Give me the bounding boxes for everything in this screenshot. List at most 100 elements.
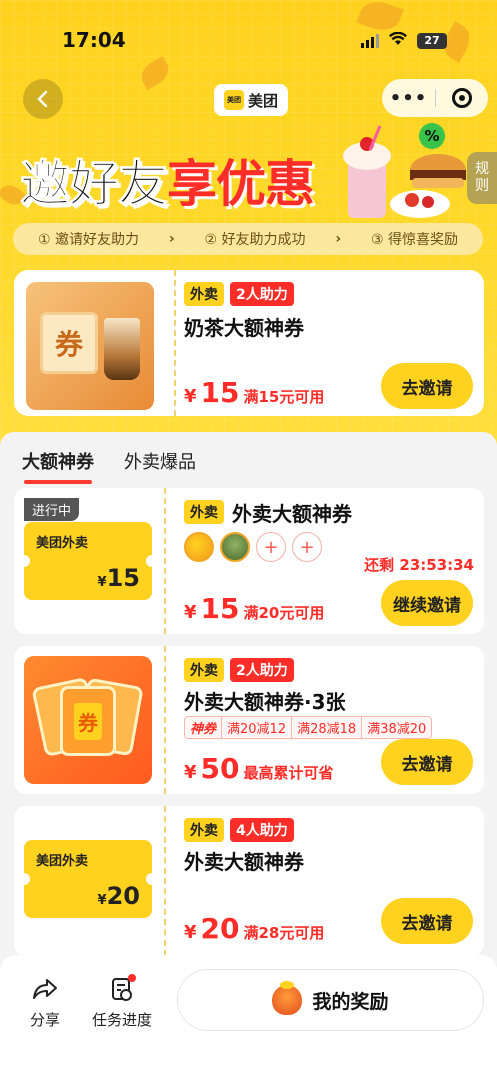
share-icon bbox=[31, 975, 59, 1003]
battery-icon: 27 bbox=[417, 32, 447, 49]
coupon-name: 外卖大额神券 bbox=[232, 502, 352, 526]
coupon-ticket-icon: 券 bbox=[60, 686, 116, 756]
invite-button[interactable]: 去邀请 bbox=[381, 898, 473, 944]
share-label: 分享 bbox=[30, 1011, 61, 1029]
countdown-timer: 还剩 23:53:34 bbox=[364, 556, 474, 574]
ticket-image: 美团外卖 ¥20 bbox=[18, 840, 158, 918]
currency-symbol: ¥ bbox=[184, 762, 197, 783]
help-count-tag: 4人助力 bbox=[230, 818, 294, 842]
bottom-action-bar: 分享 任务进度 我的奖励 bbox=[0, 955, 497, 1080]
price-value: 20 bbox=[200, 912, 240, 945]
price-value: 50 bbox=[200, 752, 240, 785]
share-button[interactable]: 分享 bbox=[30, 975, 60, 1030]
coupon-card: 券 外卖 2人助力 外卖大额神券·3张 神券 满20减12 满28减18 满38… bbox=[14, 646, 484, 794]
price-condition: 满20元可用 bbox=[243, 604, 325, 622]
step-2: ② 好友助力成功 bbox=[204, 232, 306, 248]
card-divider bbox=[174, 270, 176, 416]
brand-name: 美团 bbox=[248, 91, 279, 110]
currency-symbol: ¥ bbox=[184, 386, 197, 407]
steps-bar: ① 邀请好友助力 › ② 好友助力成功 › ③ 得惊喜奖励 bbox=[13, 223, 483, 255]
my-rewards-button[interactable]: 我的奖励 bbox=[177, 969, 484, 1031]
more-menu-button[interactable]: ••• bbox=[382, 88, 435, 109]
hero-title-part1: 邀好友 bbox=[20, 155, 169, 214]
food-illustration: % bbox=[343, 123, 466, 218]
money-bag-icon bbox=[272, 981, 303, 1015]
svg-text:%: % bbox=[424, 127, 439, 145]
avatar bbox=[220, 532, 250, 562]
price-condition: 满15元可用 bbox=[243, 388, 325, 406]
coupon-price: ¥ 50 最高累计可省 bbox=[184, 752, 334, 785]
rules-label-2: 则 bbox=[475, 178, 489, 194]
signal-icon bbox=[361, 33, 379, 48]
brand-badge: 美团 美团 bbox=[214, 84, 289, 116]
step-3: ③ 得惊喜奖励 bbox=[371, 232, 459, 248]
invite-button[interactable]: 去邀请 bbox=[381, 739, 473, 785]
meituan-logo-icon: 美团 bbox=[224, 90, 244, 110]
ticket-currency: ¥ bbox=[97, 575, 107, 590]
avatar bbox=[184, 532, 214, 562]
category-tag: 外卖 bbox=[184, 818, 224, 842]
chevron-right-icon: › bbox=[168, 231, 175, 247]
my-rewards-label: 我的奖励 bbox=[312, 990, 389, 1013]
notification-dot bbox=[128, 974, 136, 982]
discount-tiers: 神券 满20减12 满28减18 满38减20 bbox=[184, 716, 433, 739]
hero-title: 邀好友享优惠 bbox=[20, 144, 316, 216]
ticket-amount-value: 20 bbox=[106, 882, 140, 910]
coupon-card: 美团外卖 ¥20 外卖 4人助力 外卖大额神券 ¥ 20 满28元可用 去邀请 bbox=[14, 806, 484, 956]
ticket-amount-value: 15 bbox=[106, 564, 140, 592]
ticket-label: 美团外卖 bbox=[36, 854, 89, 869]
card-divider bbox=[164, 488, 166, 634]
card-divider bbox=[164, 646, 166, 794]
price-value: 15 bbox=[200, 376, 240, 409]
coupon-ticket-icon: 券 bbox=[40, 312, 98, 374]
step-1: ① 邀请好友助力 bbox=[37, 232, 139, 248]
add-helper-icon[interactable]: + bbox=[292, 532, 322, 562]
milk-tea-coupon-image: 券 bbox=[26, 282, 154, 410]
rules-label-1: 规 bbox=[475, 161, 489, 178]
helper-avatars: + + bbox=[184, 532, 322, 562]
coupon-price: ¥ 15 满15元可用 bbox=[184, 376, 324, 409]
category-tag: 外卖 bbox=[184, 658, 224, 682]
help-count-tag: 2人助力 bbox=[230, 658, 294, 682]
continue-invite-button[interactable]: 继续邀请 bbox=[381, 580, 473, 626]
coupon-ticket-text: 券 bbox=[74, 702, 102, 740]
tab-hot-items[interactable]: 外卖爆品 bbox=[124, 448, 196, 484]
back-button[interactable] bbox=[23, 79, 63, 119]
miniapp-capsule: ••• bbox=[382, 79, 488, 117]
task-progress-label: 任务进度 bbox=[92, 1011, 153, 1029]
add-helper-icon[interactable]: + bbox=[256, 532, 286, 562]
price-condition: 满28元可用 bbox=[243, 924, 325, 942]
category-tabs: 大额神券 外卖爆品 bbox=[22, 448, 196, 484]
coupon-bundle-image: 券 bbox=[24, 656, 152, 784]
category-tag: 外卖 bbox=[184, 282, 224, 306]
featured-coupon-card: 券 外卖 2人助力 奶茶大额神券 ¥ 15 满15元可用 去邀请 bbox=[14, 270, 484, 416]
coupon-card: 美团外卖 ¥15 进行中 外卖 外卖大额神券 + + 还剩 23:53:34 ¥… bbox=[14, 488, 484, 634]
help-count-tag: 2人助力 bbox=[230, 282, 294, 306]
chevron-left-icon bbox=[37, 90, 48, 108]
target-icon bbox=[452, 88, 472, 108]
coupon-price: ¥ 15 满20元可用 bbox=[184, 592, 324, 625]
rules-button[interactable]: 规 则 bbox=[467, 152, 497, 204]
task-list-icon bbox=[108, 974, 136, 1003]
maple-leaf-decoration bbox=[136, 55, 174, 91]
discount-tier: 满38减20 bbox=[367, 722, 427, 737]
currency-symbol: ¥ bbox=[184, 922, 197, 943]
coupon-name: 外卖大额神券 bbox=[184, 850, 304, 874]
tab-big-coupons[interactable]: 大额神券 bbox=[22, 448, 94, 484]
ticket-currency: ¥ bbox=[97, 893, 107, 908]
coupon-name: 外卖大额神券·3张 bbox=[184, 690, 346, 714]
ticket-label: 美团外卖 bbox=[36, 536, 89, 551]
status-time: 17:04 bbox=[62, 28, 126, 52]
status-badge: 进行中 bbox=[24, 498, 80, 521]
hero-title-part2: 享优惠 bbox=[167, 155, 315, 213]
task-progress-button[interactable]: 任务进度 bbox=[92, 974, 153, 1030]
discount-tier-label: 神券 bbox=[185, 717, 223, 738]
ticket-amount: ¥20 bbox=[98, 882, 140, 910]
currency-symbol: ¥ bbox=[184, 602, 197, 623]
invite-button[interactable]: 去邀请 bbox=[381, 363, 473, 409]
discount-tier: 满28减18 bbox=[292, 717, 363, 738]
coupon-name: 奶茶大额神券 bbox=[184, 316, 304, 340]
wifi-icon bbox=[389, 31, 407, 50]
card-divider bbox=[164, 806, 166, 956]
close-miniapp-button[interactable] bbox=[436, 88, 488, 108]
